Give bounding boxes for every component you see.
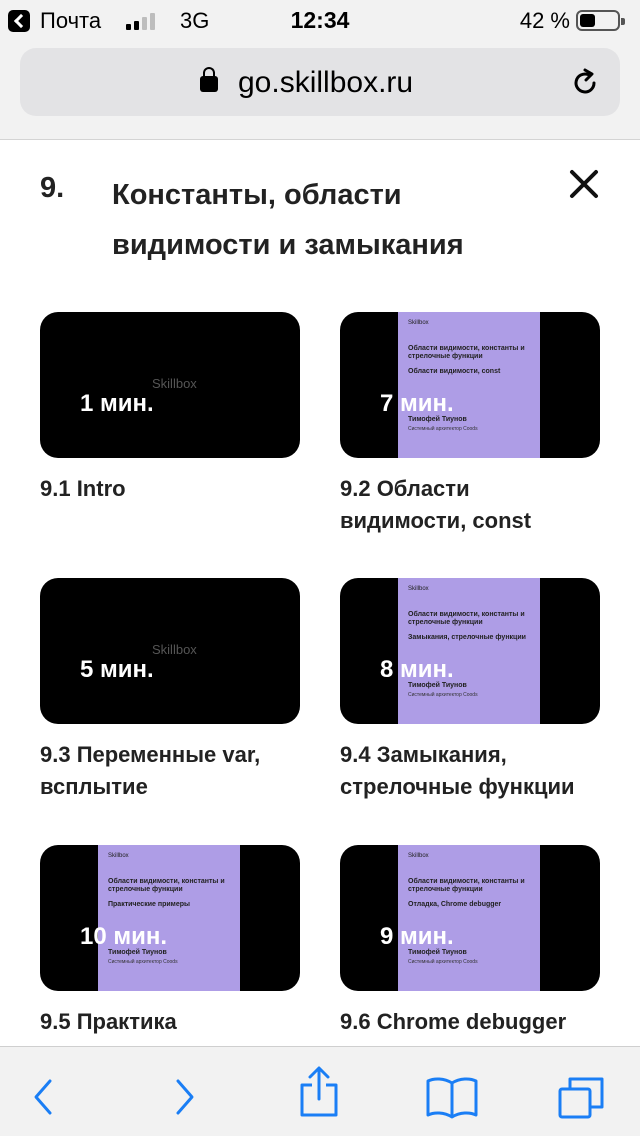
- slide-role: Системный архитектор Coods: [408, 959, 478, 965]
- lesson-title[interactable]: 9.2 Области видимости, const: [340, 473, 602, 537]
- lesson-title[interactable]: 9.5 Практика: [40, 1006, 302, 1038]
- slide-role: Системный архитектор Coods: [108, 959, 178, 965]
- slide-preview: Skillbox Области видимости, константы и …: [398, 578, 540, 724]
- lesson-title[interactable]: 9.6 Chrome debugger: [340, 1006, 602, 1038]
- slide-subtitle: Области видимости, const: [408, 368, 501, 375]
- slide-preview: Skillbox Области видимости, константы и …: [398, 312, 540, 458]
- slide-subtitle: Практические примеры: [108, 901, 190, 908]
- tabs-icon[interactable]: [556, 1075, 606, 1119]
- lesson-title[interactable]: 9.4 Замыкания, стрелочные функции: [340, 739, 602, 803]
- close-icon[interactable]: [566, 166, 602, 202]
- slide-role: Системный архитектор Coods: [408, 426, 478, 432]
- slide-subtitle: Замыкания, стрелочные функции: [408, 634, 526, 641]
- slide-preview: Skillbox Области видимости, константы и …: [98, 845, 240, 991]
- lock-icon: [200, 67, 218, 92]
- lesson-thumbnail[interactable]: Skillbox Области видимости, константы и …: [340, 845, 600, 991]
- lesson-duration: 10 мин.: [80, 923, 168, 950]
- slide-heading: Области видимости, константы и стрелочны…: [408, 345, 525, 360]
- lesson-duration: 7 мин.: [380, 390, 454, 417]
- address-text[interactable]: go.skillbox.ru: [238, 66, 413, 100]
- forward-arrow-icon[interactable]: [160, 1075, 210, 1119]
- reload-icon[interactable]: [570, 68, 600, 98]
- slide-brand: Skillbox: [408, 853, 429, 859]
- slide-brand: Skillbox: [108, 853, 129, 859]
- address-bar[interactable]: go.skillbox.ru: [20, 48, 620, 116]
- browser-toolbar: [0, 1046, 640, 1136]
- status-bar: Почта 3G 12:34 42 %: [0, 0, 640, 40]
- back-arrow-icon[interactable]: [20, 1075, 70, 1119]
- thumbnail-logo: Skillbox: [152, 376, 197, 391]
- share-icon[interactable]: [294, 1065, 344, 1119]
- lesson-title[interactable]: 9.1 Intro: [40, 473, 302, 505]
- section-title: Константы, области видимости и замыкания: [112, 179, 464, 261]
- lesson-thumbnail[interactable]: Skillbox Области видимости, константы и …: [40, 845, 300, 991]
- lesson-duration: 9 мин.: [380, 923, 454, 950]
- section-header: 9. Константы, области видимости и замыка…: [0, 140, 640, 290]
- slide-preview: Skillbox Области видимости, константы и …: [398, 845, 540, 991]
- browser-header: go.skillbox.ru: [0, 40, 640, 140]
- lesson-duration: 1 мин.: [80, 390, 154, 417]
- slide-heading: Области видимости, константы и стрелочны…: [108, 878, 225, 893]
- thumbnail-logo: Skillbox: [152, 642, 197, 657]
- lesson-duration: 5 мин.: [80, 656, 154, 683]
- slide-brand: Skillbox: [408, 320, 429, 326]
- slide-brand: Skillbox: [408, 586, 429, 592]
- slide-heading: Области видимости, константы и стрелочны…: [408, 611, 525, 626]
- lesson-title[interactable]: 9.3 Переменные var, всплытие: [40, 739, 302, 803]
- section-number: 9.: [40, 172, 65, 204]
- lesson-thumbnail[interactable]: Skillbox Области видимости, константы и …: [340, 312, 600, 458]
- slide-heading: Области видимости, константы и стрелочны…: [408, 878, 525, 893]
- battery-icon: [576, 10, 625, 31]
- battery-percent: 42 %: [519, 8, 570, 33]
- lesson-thumbnail[interactable]: Skillbox Области видимости, константы и …: [340, 578, 600, 724]
- slide-subtitle: Отладка, Chrome debugger: [408, 901, 502, 908]
- lesson-thumbnail[interactable]: Skillbox 1 мин.: [40, 312, 300, 458]
- lesson-duration: 8 мин.: [380, 656, 454, 683]
- lesson-thumbnail[interactable]: Skillbox 5 мин.: [40, 578, 300, 724]
- slide-role: Системный архитектор Coods: [408, 692, 478, 698]
- bookmarks-icon[interactable]: [424, 1075, 480, 1119]
